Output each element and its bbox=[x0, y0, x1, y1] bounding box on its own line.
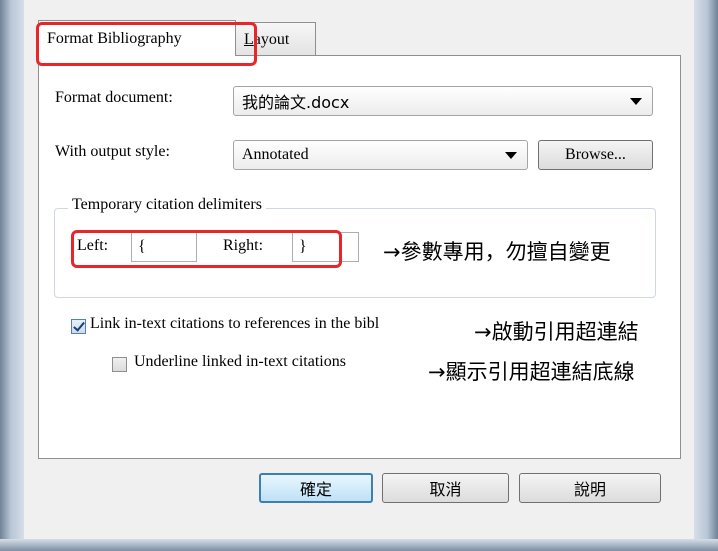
output-style-label: With output style: bbox=[55, 143, 170, 160]
citation-delimiters-title: Temporary citation delimiters bbox=[68, 196, 266, 214]
right-delimiter-value: } bbox=[299, 238, 307, 255]
annotation-underline-note-underlined: 超連結底線 bbox=[529, 360, 635, 384]
format-document-value: 我的論文.docx bbox=[242, 93, 350, 112]
ok-button[interactable]: 確定 bbox=[259, 473, 373, 503]
browse-button[interactable]: Browse... bbox=[538, 140, 653, 170]
tab-format-bibliography[interactable]: Format Bibliography bbox=[38, 20, 236, 56]
cancel-button-label: 取消 bbox=[429, 480, 462, 499]
underline-links-checkbox[interactable] bbox=[112, 357, 127, 372]
underline-links-label[interactable]: Underline linked in-text citations bbox=[134, 353, 346, 371]
ok-button-label: 確定 bbox=[299, 480, 332, 499]
left-delimiter-value: { bbox=[138, 238, 146, 255]
chevron-down-icon bbox=[630, 98, 642, 105]
right-delimiter-label: Right: bbox=[223, 237, 264, 254]
left-delimiter-input[interactable]: { bbox=[131, 232, 197, 262]
layout-mnemonic: L bbox=[244, 30, 254, 48]
link-citations-label[interactable]: Link in-text citations to references in … bbox=[90, 315, 379, 333]
annotation-underline-note-prefix: →顯示引用 bbox=[428, 360, 530, 384]
annotation-delimiters-note: →參數專用，勿擅自變更 bbox=[383, 240, 611, 264]
tab-layout-label: Layout bbox=[244, 31, 289, 49]
output-style-select[interactable]: Annotated bbox=[233, 140, 528, 170]
right-delimiter-input[interactable]: } bbox=[292, 232, 359, 262]
link-citations-checkbox[interactable] bbox=[71, 319, 86, 334]
format-bibliography-dialog: Format Bibliography Layout Format docume… bbox=[24, 0, 694, 539]
cancel-button[interactable]: 取消 bbox=[382, 473, 509, 503]
tab-format-bibliography-label: Format Bibliography bbox=[47, 29, 182, 47]
window-frame-left bbox=[0, 0, 24, 551]
browse-button-label: Browse... bbox=[565, 146, 626, 163]
tab-layout[interactable]: Layout bbox=[235, 22, 316, 56]
annotation-underline-note: →顯示引用超連結底線 bbox=[428, 356, 635, 386]
output-style-value: Annotated bbox=[242, 146, 309, 163]
layout-rest: ayout bbox=[253, 30, 290, 48]
help-button[interactable]: 說明 bbox=[519, 473, 661, 503]
left-delimiter-label: Left: bbox=[77, 237, 109, 254]
help-button-label: 說明 bbox=[573, 480, 606, 499]
window-frame-right bbox=[694, 0, 718, 551]
annotation-link-note: →啟動引用超連結 bbox=[474, 320, 639, 344]
format-document-select[interactable]: 我的論文.docx bbox=[233, 86, 653, 116]
chevron-down-icon bbox=[505, 152, 517, 159]
format-document-label: Format document: bbox=[55, 89, 173, 106]
window-frame-bottom bbox=[0, 539, 718, 551]
